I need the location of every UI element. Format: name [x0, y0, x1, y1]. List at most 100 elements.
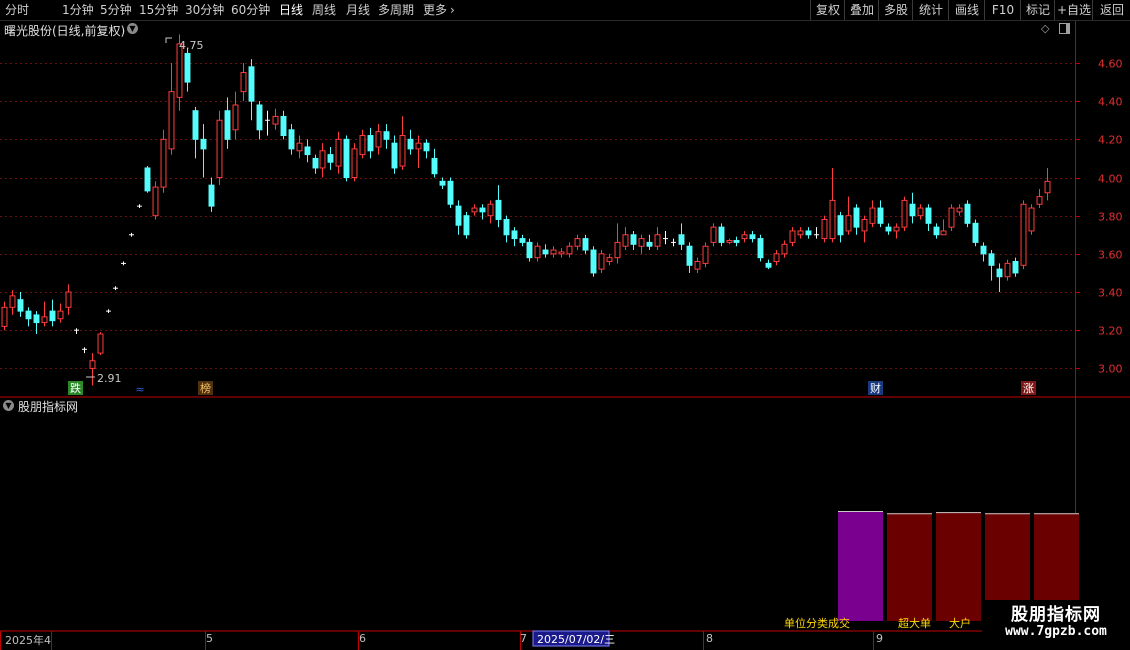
candle-body — [65, 291, 72, 308]
candle-body — [821, 218, 828, 240]
watermark-url: www.7gpzb.com — [1005, 624, 1107, 639]
candle — [869, 200, 876, 228]
candle — [280, 110, 287, 140]
candle — [359, 129, 366, 159]
period-tab-15min[interactable]: 15分钟 — [139, 2, 178, 18]
event-marker-wave[interactable]: ≈ — [135, 383, 144, 396]
legend-trade-class: 单位分类成交 — [784, 617, 850, 630]
candle-body — [89, 360, 96, 369]
candle — [160, 129, 167, 193]
overlay-button[interactable]: 叠加 — [844, 0, 879, 20]
candle — [288, 124, 295, 155]
candle — [606, 253, 613, 266]
candle — [65, 284, 72, 315]
candle-body — [391, 142, 398, 169]
candle — [805, 227, 812, 239]
period-tab-5min[interactable]: 5分钟 — [100, 2, 132, 18]
y-tick-label: 4.60 — [1098, 58, 1123, 71]
candle — [988, 250, 995, 281]
candle-body — [582, 238, 589, 251]
add-watchlist-button[interactable]: +自选 — [1054, 0, 1093, 20]
period-tab-fenshi[interactable]: 分时 — [5, 2, 29, 18]
chevron-down-icon[interactable]: ▼ — [127, 23, 138, 34]
candle — [495, 185, 502, 228]
candle-body — [1012, 260, 1019, 274]
candle — [304, 139, 311, 163]
multi-stock-button[interactable]: 多股 — [878, 0, 913, 20]
date-label: 9 — [876, 632, 883, 645]
candle-body — [940, 230, 947, 236]
candle-body — [296, 142, 303, 152]
statistics-button[interactable]: 统计 — [912, 0, 949, 20]
candle-body — [630, 234, 637, 245]
candle-body — [168, 91, 175, 150]
candle-body — [216, 119, 223, 179]
period-tab-60min[interactable]: 60分钟 — [231, 2, 270, 18]
candle — [256, 101, 263, 140]
candle — [391, 135, 398, 174]
candle-body — [996, 268, 1003, 278]
period-tab-monthly[interactable]: 月线 — [346, 2, 370, 18]
candle — [909, 192, 916, 224]
candle — [240, 62, 247, 102]
legend-large-holder: 大户 — [949, 617, 971, 630]
draw-line-button[interactable]: 画线 — [948, 0, 985, 20]
candle-body — [256, 104, 263, 131]
candle — [630, 230, 637, 251]
candle — [964, 200, 971, 228]
candle — [97, 332, 104, 356]
candle — [917, 204, 924, 220]
f10-button[interactable]: F10 — [984, 0, 1021, 20]
candle-body — [240, 72, 247, 93]
candle-body — [319, 150, 326, 169]
candle — [129, 232, 134, 237]
candle-body — [590, 249, 597, 274]
candle-body — [845, 215, 852, 232]
fuquan-button[interactable]: 复权 — [810, 0, 845, 20]
candle — [232, 91, 239, 140]
candle-body — [343, 138, 350, 179]
candle — [375, 124, 382, 155]
candle — [550, 246, 557, 258]
candle — [845, 196, 852, 235]
candle — [646, 234, 653, 251]
kline-chart[interactable]: 3.00 3.20 3.40 3.60 3.80 4.00 4.20 4.40 4.60 4.7… — [0, 21, 1130, 650]
candle-body — [606, 257, 613, 262]
event-marker-fall[interactable]: 跌 — [70, 381, 81, 395]
candle — [877, 200, 884, 228]
candle-body — [447, 180, 454, 205]
period-tab-daily[interactable]: 日线 — [279, 2, 303, 18]
chevron-right-icon[interactable]: › — [450, 2, 455, 18]
candle-body — [144, 167, 151, 192]
candle — [948, 204, 955, 231]
candle — [25, 307, 32, 327]
period-tab-multi[interactable]: 多周期 — [378, 2, 414, 18]
period-tab-30min[interactable]: 30分钟 — [185, 2, 224, 18]
candle — [726, 238, 733, 245]
candle-body — [718, 226, 725, 243]
candle — [956, 204, 963, 216]
candle — [343, 135, 350, 182]
mark-button[interactable]: 标记 — [1020, 0, 1055, 20]
candle-body — [272, 115, 279, 125]
event-marker-rank[interactable]: 榜 — [200, 381, 211, 395]
period-tab-1min[interactable]: 1分钟 — [62, 2, 94, 18]
candle-body — [224, 110, 231, 140]
candle — [797, 227, 804, 239]
candle — [940, 219, 947, 236]
candle-body — [463, 215, 470, 236]
period-tab-weekly[interactable]: 周线 — [312, 2, 336, 18]
candle — [893, 223, 900, 239]
candle-body — [1036, 196, 1043, 205]
back-button[interactable]: 返回 — [1092, 0, 1130, 20]
period-tab-more[interactable]: 更多 — [423, 2, 447, 18]
candle-body — [710, 226, 717, 243]
date-cursor-label: 2025/07/02/三 — [537, 633, 615, 646]
panel-toggle-icon[interactable] — [1059, 23, 1070, 34]
candle — [861, 215, 868, 243]
event-marker-finance[interactable]: 财 — [870, 381, 881, 395]
candle-body — [757, 238, 764, 259]
chevron-down-icon[interactable]: ▼ — [3, 400, 14, 411]
diamond-icon[interactable]: ◇ — [1041, 22, 1049, 35]
event-marker-rise[interactable]: 涨 — [1023, 382, 1034, 395]
